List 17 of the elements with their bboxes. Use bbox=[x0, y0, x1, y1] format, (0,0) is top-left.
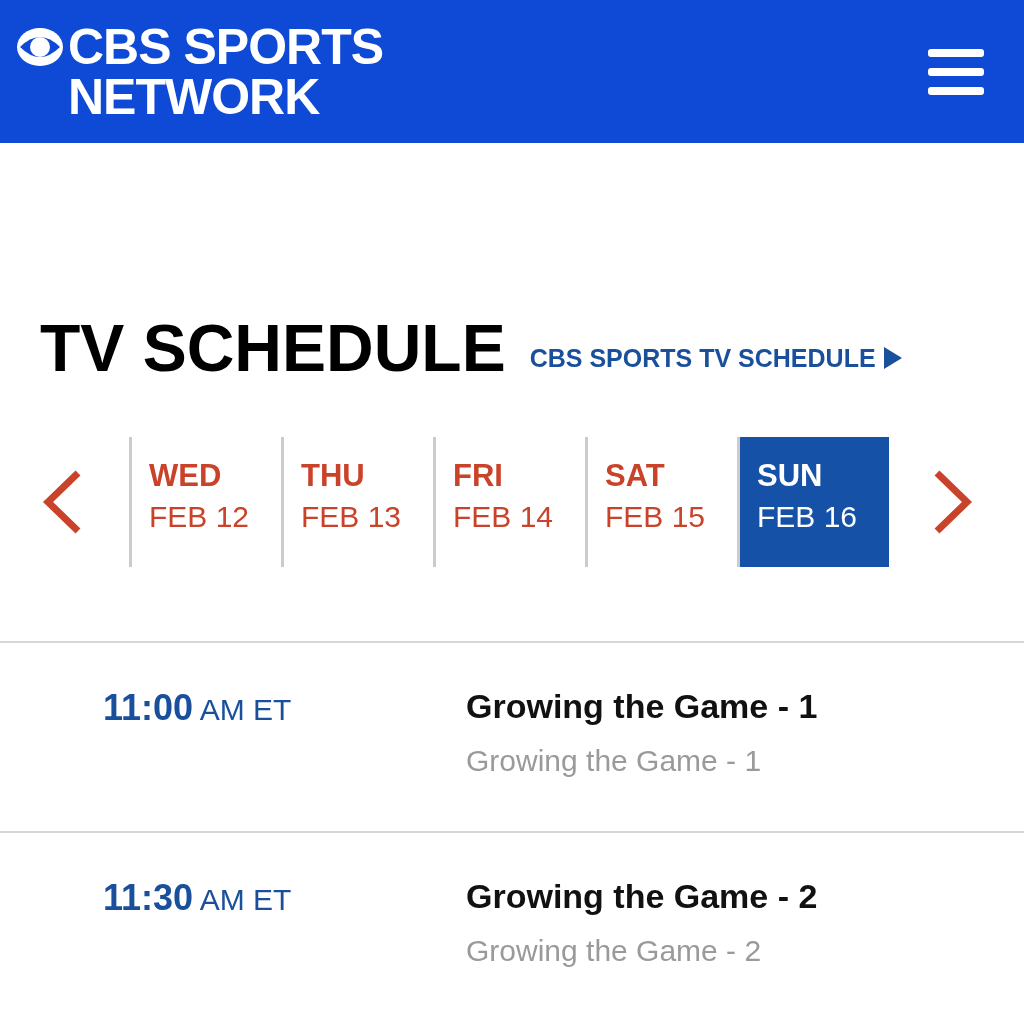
day-tab[interactable]: FRI FEB 14 bbox=[433, 437, 585, 567]
schedule-link[interactable]: CBS SPORTS TV SCHEDULE bbox=[529, 339, 902, 377]
eye-logo-icon bbox=[16, 26, 64, 67]
play-triangle-icon bbox=[883, 347, 902, 370]
page-title: TV SCHEDULE bbox=[40, 315, 506, 381]
air-time: 11:00 AM ET bbox=[103, 693, 292, 726]
logo-text: CBS SPORTS bbox=[68, 21, 384, 72]
day-tab[interactable]: WED FEB 12 bbox=[129, 437, 281, 567]
episode-title: Growing the Game - 1 bbox=[466, 743, 762, 779]
air-time: 11:30 AM ET bbox=[103, 883, 292, 916]
day-tab[interactable]: THU FEB 13 bbox=[281, 437, 433, 567]
menu-icon[interactable] bbox=[928, 48, 984, 95]
logo-text: NETWORK bbox=[67, 71, 321, 122]
program-title: Growing the Game - 2 bbox=[466, 876, 818, 917]
program-title: Growing the Game - 1 bbox=[466, 686, 818, 727]
episode-title: Growing the Game - 2 bbox=[466, 933, 762, 969]
day-tab[interactable]: SUN FEB 16 bbox=[737, 437, 889, 567]
